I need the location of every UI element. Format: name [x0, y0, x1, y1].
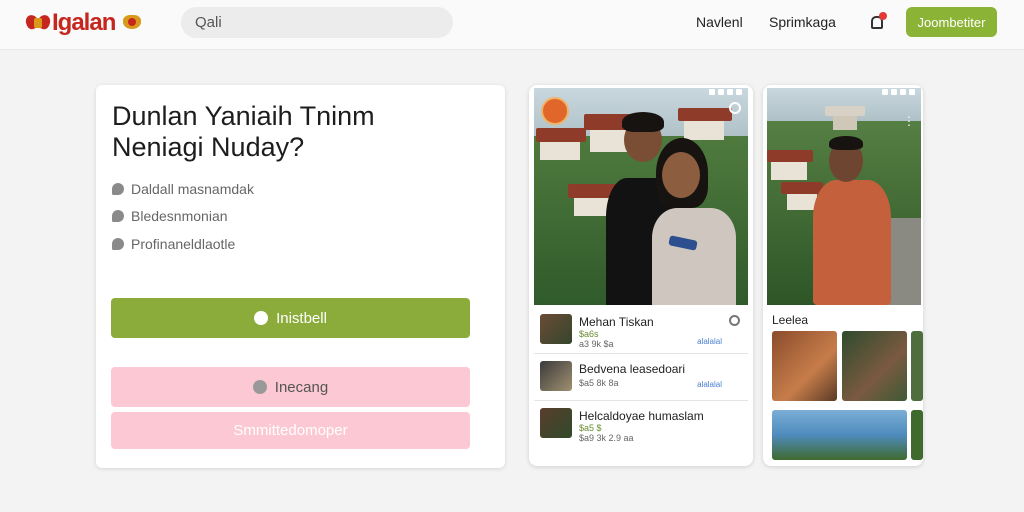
- video-stats: $a5 8k 8a: [579, 378, 619, 388]
- signup-card: Dunlan Yaniaih Tninm Neniagi Nuday? Dald…: [96, 85, 505, 468]
- video-thumbnail: [540, 361, 572, 391]
- list-item[interactable]: Mehan Tiskan $a6s a3 9k $a alalalal: [534, 307, 748, 354]
- phone-mockup-feed: Mehan Tiskan $a6s a3 9k $a alalalal Bedv…: [529, 85, 753, 466]
- video-tag: alalalal: [697, 380, 722, 389]
- card-headline: Dunlan Yaniaih Tninm Neniagi Nuday?: [112, 101, 492, 163]
- brand-name: Igalan: [52, 9, 116, 36]
- hero-photo-man: ⋮: [767, 88, 921, 305]
- join-button[interactable]: Joombetiter: [906, 7, 997, 37]
- video-stats: $a9 3k 2.9 aa: [579, 433, 634, 443]
- top-navigation-bar: Igalan Navlenl Sprimkaga Joombetiter: [0, 0, 1024, 50]
- video-thumbnail: [540, 408, 572, 438]
- channel-avatar[interactable]: [541, 97, 569, 125]
- status-bar: [534, 88, 748, 98]
- secondary-button[interactable]: Inecang: [111, 367, 470, 407]
- install-icon: [254, 311, 269, 325]
- feature-label: Profinaneldlaotle: [131, 236, 236, 252]
- feature-item: Profinaneldlaotle: [112, 236, 235, 252]
- video-title: Bedvena leasedoari: [579, 362, 686, 376]
- install-button-label: Inistbell: [276, 309, 327, 327]
- section-label: Leelea: [772, 313, 809, 327]
- feature-bullet-icon: [112, 238, 124, 250]
- timer-icon[interactable]: [729, 102, 741, 114]
- feature-bullet-icon: [112, 183, 124, 195]
- feature-item: Daldall masnamdak: [112, 181, 254, 197]
- nav-link-1[interactable]: Navlenl: [696, 14, 743, 30]
- tertiary-button[interactable]: Smmittedomoper: [111, 412, 470, 449]
- feature-bullet-icon: [112, 210, 124, 222]
- feature-label: Bledesnmonian: [131, 208, 228, 224]
- more-options-icon[interactable]: ⋮: [903, 115, 915, 127]
- video-meta: $a6s: [579, 329, 599, 339]
- gallery-tile[interactable]: [842, 331, 907, 401]
- gallery-tile[interactable]: [772, 331, 837, 401]
- secondary-icon: [252, 380, 267, 394]
- gallery-tile[interactable]: [911, 331, 923, 401]
- feature-item: Bledesnmonian: [112, 208, 228, 224]
- notification-bell-icon[interactable]: [870, 12, 887, 30]
- search-bar[interactable]: [181, 7, 453, 38]
- gallery-tile[interactable]: [911, 410, 923, 460]
- video-list: Mehan Tiskan $a6s a3 9k $a alalalal Bedv…: [534, 307, 748, 448]
- tertiary-button-label: Smmittedomoper: [233, 422, 348, 439]
- emblem-badge-icon: [121, 13, 143, 33]
- notification-dot: [879, 12, 887, 20]
- feature-label: Daldall masnamdak: [131, 181, 254, 197]
- install-button[interactable]: Inistbell: [111, 298, 470, 338]
- headline-line-2: Neniagi Nuday?: [112, 132, 305, 162]
- secondary-button-label: Inecang: [274, 378, 329, 396]
- brand-logo[interactable]: Igalan: [23, 8, 143, 38]
- search-input[interactable]: [195, 14, 435, 31]
- video-stats: a3 9k $a: [579, 339, 614, 349]
- video-title: Helcaldoyae humaslam: [579, 409, 704, 423]
- search-icon[interactable]: [729, 315, 740, 326]
- status-bar: [767, 88, 921, 98]
- list-item[interactable]: Helcaldoyae humaslam $a5 $ $a9 3k 2.9 aa: [534, 401, 748, 448]
- video-title: Mehan Tiskan: [579, 315, 654, 329]
- nav-link-2[interactable]: Sprimkaga: [769, 14, 836, 30]
- video-tag: alalalal: [697, 337, 722, 346]
- list-item[interactable]: Bedvena leasedoari $a5 8k 8a alalalal: [534, 354, 748, 401]
- garuda-emblem-icon: [23, 12, 53, 34]
- phone-mockup-detail: ⋮ Leelea: [763, 85, 923, 466]
- hero-photo-couple: [534, 88, 748, 305]
- video-meta: $a5 $: [579, 423, 602, 433]
- headline-line-1: Dunlan Yaniaih Tninm: [112, 101, 375, 131]
- gallery-tile[interactable]: [772, 410, 907, 460]
- video-thumbnail: [540, 314, 572, 344]
